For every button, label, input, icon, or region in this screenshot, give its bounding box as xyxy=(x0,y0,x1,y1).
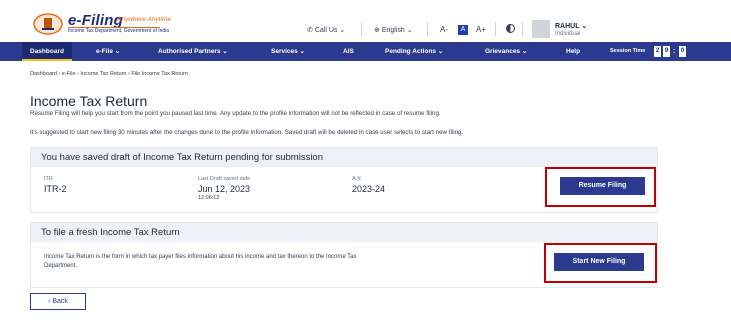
back-button[interactable]: ‹ Back xyxy=(30,293,86,310)
nav-authorised-partners[interactable]: Authorised Partners ⌄ xyxy=(158,42,228,61)
session-digit: 2 xyxy=(654,46,661,57)
font-decrease-button[interactable]: A- xyxy=(440,25,448,34)
chevron-down-icon: ⌄ xyxy=(339,27,346,34)
header-divider xyxy=(361,22,362,36)
nav-dashboard[interactable]: Dashboard xyxy=(22,42,72,61)
header-divider xyxy=(522,22,523,36)
call-us-dropdown[interactable]: ✆ Call Us ⌄ xyxy=(307,26,345,34)
nav-efile[interactable]: e-File ⌄ xyxy=(96,42,120,61)
session-time-label: Session Time xyxy=(610,48,646,54)
globe-icon: ⊕ xyxy=(374,27,380,34)
call-us-label: Call Us xyxy=(314,27,338,34)
emblem-logo-icon xyxy=(33,13,63,35)
resume-filing-button[interactable]: Resume Filing xyxy=(560,177,645,195)
fresh-filing-heading: To file a fresh Income Tax Return xyxy=(31,223,657,242)
top-header: e-Filing Anywhere Anytime Income Tax Dep… xyxy=(0,0,731,42)
logo-subtitle: Income Tax Department, Government of Ind… xyxy=(68,28,170,34)
header-divider xyxy=(495,22,496,36)
language-selector[interactable]: ⊕ English ⌄ xyxy=(374,26,413,34)
font-normal-button[interactable]: A xyxy=(458,25,468,35)
nav-pending-actions[interactable]: Pending Actions ⌄ xyxy=(385,42,443,61)
logo-tagline: Anywhere Anytime xyxy=(117,16,171,23)
start-new-filing-button[interactable]: Start New Filing xyxy=(554,253,644,271)
session-digit: 9 xyxy=(663,46,670,57)
language-label: English xyxy=(381,27,405,34)
resume-info-text: Resume Filing will help you start from t… xyxy=(30,110,441,117)
nav-ais[interactable]: AIS xyxy=(343,42,354,61)
header-divider xyxy=(427,22,428,36)
phone-icon: ✆ xyxy=(307,27,313,34)
font-increase-button[interactable]: A+ xyxy=(476,25,486,34)
saved-draft-heading: You have saved draft of Income Tax Retur… xyxy=(31,148,657,167)
fresh-filing-description: Income Tax Return is the form in which t… xyxy=(44,254,357,269)
itr-label: ITR xyxy=(44,176,53,182)
session-digit: 0 xyxy=(679,46,686,57)
page-title: Income Tax Return xyxy=(30,93,148,109)
saved-date-value: Jun 12, 2023 xyxy=(198,184,251,194)
nav-services[interactable]: Services ⌄ xyxy=(271,42,305,61)
nav-grievances[interactable]: Grievances ⌄ xyxy=(485,42,527,61)
breadcrumb[interactable]: Dashboard › e-File › Income Tax Return ›… xyxy=(30,71,188,77)
user-name: RAHUL xyxy=(555,23,580,30)
itr-value: ITR-2 xyxy=(44,184,67,194)
saved-date-label: Last Draft saved date xyxy=(198,176,251,182)
user-menu[interactable]: RAHUL ⌄ xyxy=(555,22,587,30)
contrast-toggle-icon[interactable] xyxy=(506,24,515,33)
main-nav: Dashboard e-File ⌄ Authorised Partners ⌄… xyxy=(0,42,731,61)
chevron-down-icon: ⌄ xyxy=(581,23,588,30)
user-role: Individual xyxy=(555,31,581,37)
chevron-down-icon: ⌄ xyxy=(406,27,413,34)
ay-value: 2023-24 xyxy=(352,184,386,194)
saved-time-value: 12:06:12 xyxy=(198,195,220,201)
session-colon: : xyxy=(673,48,676,55)
new-filing-info-text: It's suggested to start new filing 30 mi… xyxy=(30,129,464,136)
avatar[interactable] xyxy=(532,20,550,38)
ay-label: A.Y. xyxy=(352,176,362,182)
nav-help[interactable]: Help xyxy=(566,42,580,61)
